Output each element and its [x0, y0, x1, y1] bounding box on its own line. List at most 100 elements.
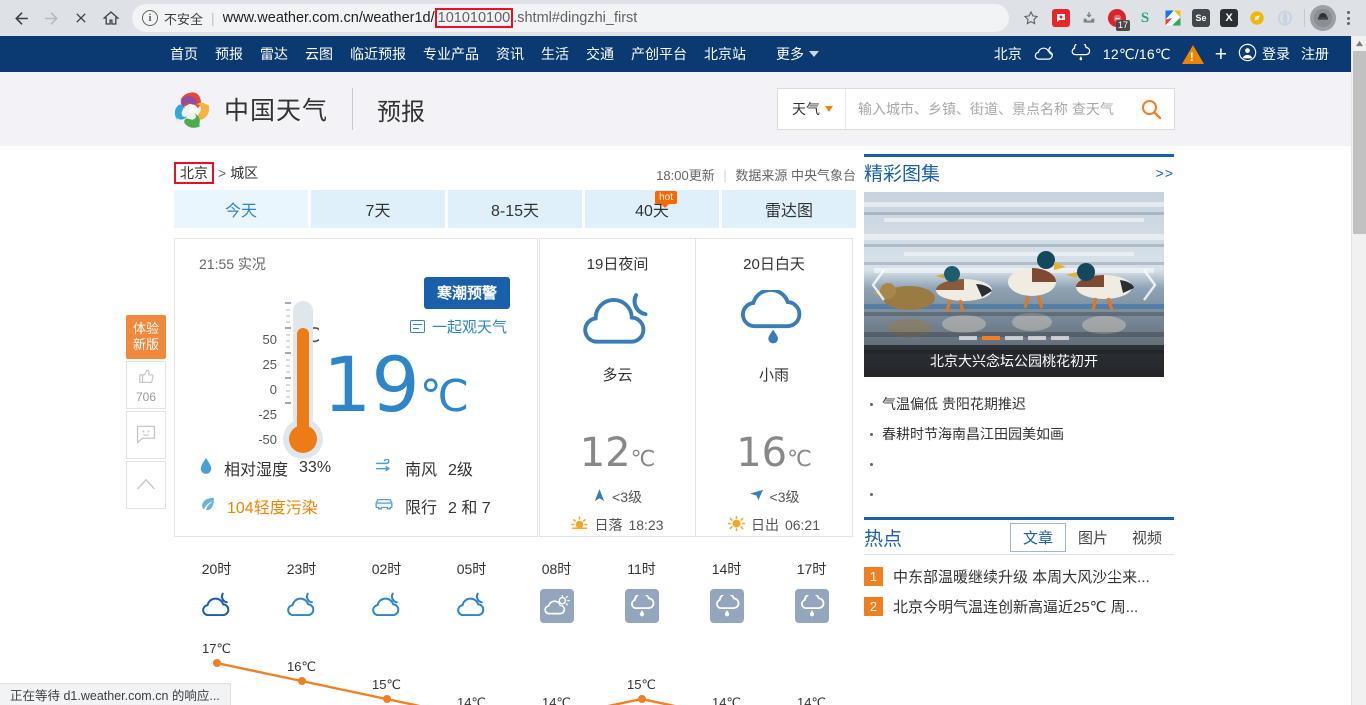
- feedback-button[interactable]: [126, 411, 166, 459]
- breadcrumb-row: 北京 > 城区 18:00更新 | 数据来源 中央气象台: [174, 154, 856, 184]
- nav-item-radar[interactable]: 雷达: [260, 44, 288, 64]
- chart-label: 14℃: [456, 695, 487, 705]
- current-conditions-card: 21:55 实况 寒潮预警 一起观天气 50 25 0 -25 -50 19℃ …: [174, 238, 538, 537]
- extension-adblock[interactable]: 17: [1103, 4, 1131, 32]
- forecast-temp-unit: ℃: [787, 447, 812, 472]
- extension-colorful[interactable]: [1159, 4, 1187, 32]
- nav-item-pro-products[interactable]: 专业产品: [423, 44, 479, 64]
- gallery-dots[interactable]: [959, 336, 1069, 340]
- page-scrollbar[interactable]: [1351, 36, 1366, 705]
- search-icon[interactable]: [1128, 97, 1174, 121]
- source-name: 中央气象台: [790, 168, 856, 183]
- forward-arrow-icon[interactable]: [36, 3, 66, 33]
- insecure-label: 不安全: [164, 11, 204, 27]
- list-item[interactable]: 气温偏低 贵阳花期推迟: [864, 389, 1174, 419]
- talk-weather-link[interactable]: 一起观天气: [409, 316, 507, 337]
- tab-8to15days[interactable]: 8-15天: [448, 190, 585, 228]
- chevron-left-icon[interactable]: [868, 265, 890, 305]
- tab-images[interactable]: 图片: [1066, 524, 1120, 551]
- extension-red-chat[interactable]: [1047, 4, 1075, 32]
- avatar[interactable]: [1310, 5, 1336, 31]
- hot-topics-title: 热点: [864, 528, 903, 550]
- forecast-title: 19日夜间: [586, 256, 649, 273]
- new-version-line1: 体验: [132, 321, 159, 336]
- nav-item-more[interactable]: 更多: [776, 44, 819, 64]
- extension-pocket-inbox[interactable]: [1075, 4, 1103, 32]
- nav-temp-range: 12℃/16℃: [1102, 45, 1171, 62]
- list-item[interactable]: 春耕时节海南昌江田园美如画: [864, 419, 1174, 449]
- hour-label: 05时: [456, 561, 487, 577]
- hourly-temperature-chart: 17℃ 16℃ 15℃ 14℃ 14℃ 15℃ 14℃ 14℃: [174, 635, 856, 705]
- scrollbar-thumb[interactable]: [1353, 51, 1366, 234]
- cold-wave-alert-button[interactable]: 寒潮预警: [423, 277, 510, 309]
- nav-item-cloudmap[interactable]: 云图: [305, 44, 333, 64]
- hour-label: 14时: [711, 561, 742, 577]
- tab-label: 雷达图: [764, 203, 813, 220]
- nav-item-life[interactable]: 生活: [541, 44, 569, 64]
- tab-today[interactable]: 今天: [174, 190, 311, 228]
- extension-compass[interactable]: [1243, 4, 1271, 32]
- hour-cell: 17时: [769, 559, 854, 627]
- wind-stat: 南风 2级: [374, 456, 473, 480]
- star-icon[interactable]: [1017, 4, 1045, 32]
- tab-7days[interactable]: 7天: [311, 190, 448, 228]
- list-item[interactable]: 1 中东部温暖继续升级 本周大风沙尘来...: [864, 561, 1174, 591]
- warning-triangle-icon[interactable]: !: [1181, 44, 1204, 64]
- gallery-more-link[interactable]: >>: [1156, 165, 1174, 181]
- login-button[interactable]: 登录: [1238, 43, 1290, 65]
- gallery-dot[interactable]: [959, 336, 977, 340]
- kebab-menu-icon[interactable]: [1336, 11, 1360, 25]
- tab-articles[interactable]: 文章: [1009, 522, 1066, 552]
- nav-item-platform[interactable]: 产创平台: [631, 44, 687, 64]
- tab-videos[interactable]: 视频: [1120, 524, 1174, 551]
- url-text: www.weather.com.cn/weather1d/101010100 .s…: [222, 7, 637, 29]
- tab-radar[interactable]: 雷达图: [722, 190, 856, 228]
- status-text: 正在等待 d1.weather.com.cn 的响应...: [10, 689, 220, 703]
- back-to-top-button[interactable]: [126, 461, 166, 509]
- extension-evernote[interactable]: S: [1131, 4, 1159, 32]
- search-input[interactable]: [846, 89, 1128, 129]
- site-info-icon[interactable]: i: [142, 10, 158, 26]
- extension-xmind[interactable]: X: [1215, 4, 1243, 32]
- list-item[interactable]: [864, 449, 1174, 479]
- nav-item-home[interactable]: 首页: [170, 44, 198, 64]
- browser-status-bar: 正在等待 d1.weather.com.cn 的响应...: [0, 683, 231, 705]
- aqi-stat[interactable]: 104轻度污染: [199, 494, 374, 518]
- nav-city-label[interactable]: 北京: [994, 44, 1022, 64]
- nav-item-news[interactable]: 资讯: [496, 44, 524, 64]
- forecast-wind: <3级: [612, 489, 642, 505]
- gallery-carousel[interactable]: 北京大兴念坛公园桃花初开: [864, 192, 1164, 377]
- hour-icon-wrap: [514, 585, 599, 627]
- like-button[interactable]: 706: [126, 361, 166, 409]
- try-new-version-button[interactable]: 体验 新版: [126, 315, 166, 359]
- url-prefix: www.weather.com.cn/weather1d/: [222, 10, 435, 26]
- site-logo[interactable]: 中国天气 预报: [172, 88, 425, 130]
- site-header: 中国天气 预报 天气: [0, 72, 1351, 146]
- nav-item-beijing-station[interactable]: 北京站: [704, 44, 746, 64]
- extension-selenium[interactable]: Se: [1187, 4, 1215, 32]
- list-item[interactable]: [864, 479, 1174, 509]
- stop-x-icon[interactable]: [66, 3, 96, 33]
- list-item[interactable]: 2 北京今明气温连创新高逼近25℃ 周...: [864, 591, 1174, 621]
- nav-item-nowcast[interactable]: 临近预报: [350, 44, 406, 64]
- nav-item-forecast[interactable]: 预报: [215, 44, 243, 64]
- home-icon[interactable]: [96, 3, 126, 33]
- thermometer-scale: 50 25 0 -25 -50: [235, 327, 277, 452]
- address-bar[interactable]: i 不安全 | www.weather.com.cn/weather1d/101…: [132, 4, 1009, 32]
- back-arrow-icon[interactable]: [6, 3, 36, 33]
- extension-opera[interactable]: [1271, 4, 1299, 32]
- gallery-dot[interactable]: [1028, 336, 1046, 340]
- tab-40days[interactable]: 40天 hot: [585, 190, 722, 228]
- add-city-icon[interactable]: +: [1215, 44, 1227, 65]
- nav-item-traffic[interactable]: 交通: [586, 44, 614, 64]
- extension-badge-count: 17: [1115, 20, 1130, 31]
- gallery-dot[interactable]: [1005, 336, 1023, 340]
- gallery-dot[interactable]: [1051, 336, 1069, 340]
- search-type-select[interactable]: 天气: [778, 89, 846, 129]
- chevron-right-icon[interactable]: [1138, 265, 1160, 305]
- register-button[interactable]: 注册: [1301, 44, 1329, 64]
- breadcrumb-city[interactable]: 北京: [174, 162, 214, 184]
- scroll-up-arrow[interactable]: [1352, 36, 1366, 51]
- breadcrumb-area[interactable]: 城区: [230, 163, 258, 183]
- gallery-dot-active[interactable]: [982, 336, 1000, 340]
